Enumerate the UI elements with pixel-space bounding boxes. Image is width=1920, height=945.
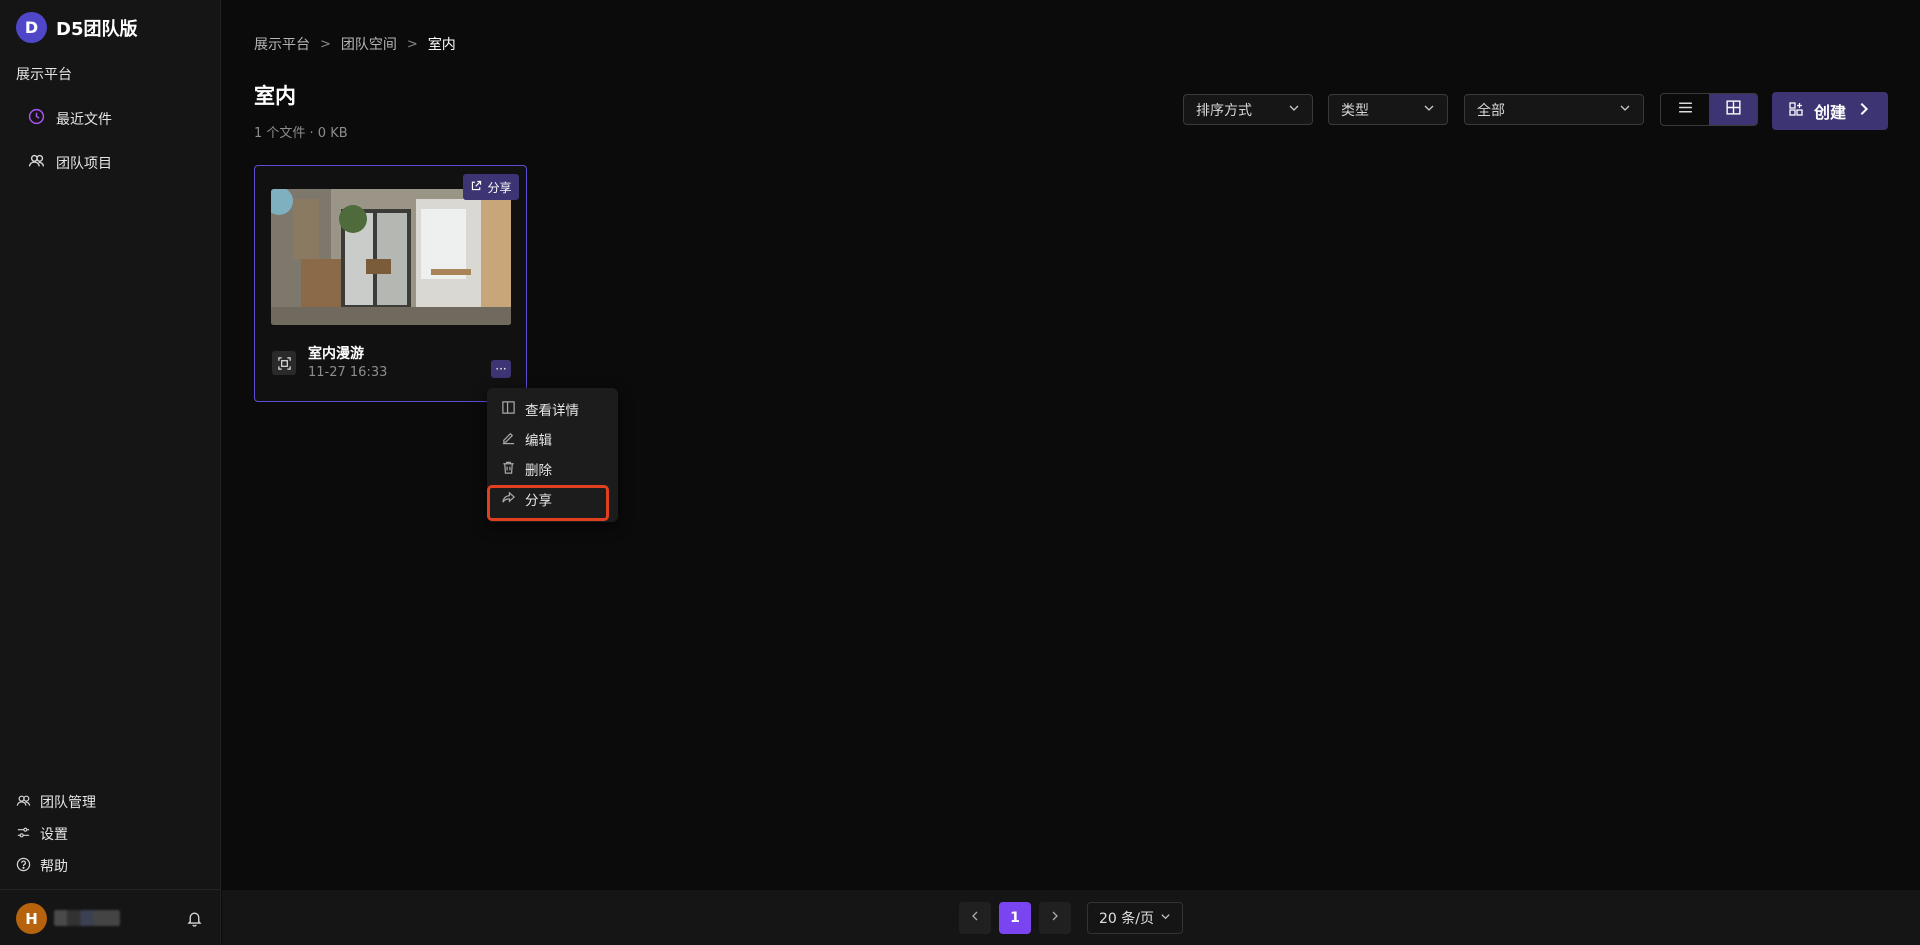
- chevron-left-icon: [969, 910, 981, 926]
- sidebar-item-label: 团队项目: [56, 155, 112, 172]
- menu-item-label: 查看详情: [525, 403, 579, 419]
- breadcrumb-current: 室内: [427, 37, 456, 53]
- sidebar-section-title: 展示平台: [16, 67, 72, 83]
- file-card[interactable]: 分享 室内漫游 11-27 16:33 ···: [254, 165, 527, 402]
- next-page-button[interactable]: [1039, 902, 1071, 934]
- chevron-right-icon: >: [406, 36, 418, 52]
- brand-logo: D: [16, 12, 47, 43]
- add-grid-icon: [1788, 101, 1804, 121]
- avatar[interactable]: H: [16, 903, 47, 934]
- file-count-meta: 1 个文件 · 0 KB: [254, 126, 348, 141]
- menu-item-label: 分享: [525, 493, 552, 509]
- sidebar-item-label: 帮助: [40, 859, 68, 875]
- share-badge-label: 分享: [487, 180, 512, 195]
- sidebar-item-label: 最近文件: [56, 111, 112, 128]
- chevron-down-icon: [1619, 102, 1631, 118]
- chevron-down-icon: [1160, 910, 1171, 926]
- brand-name: D5团队版: [56, 18, 138, 40]
- page-number-button[interactable]: 1: [999, 902, 1031, 934]
- chevron-right-icon: >: [320, 36, 331, 52]
- sort-select-label: 排序方式: [1196, 102, 1252, 119]
- share-badge[interactable]: 分享: [463, 174, 519, 200]
- help-icon: [16, 857, 31, 876]
- menu-item-label: 编辑: [525, 433, 552, 449]
- sidebar-item-team-management[interactable]: 团队管理: [16, 792, 96, 812]
- menu-item-edit[interactable]: 编辑: [501, 429, 552, 449]
- page-size-label: 20 条/页: [1099, 911, 1154, 927]
- prev-page-button[interactable]: [959, 902, 991, 934]
- clock-icon: [28, 108, 45, 129]
- view-toggle: [1660, 93, 1758, 126]
- menu-item-delete[interactable]: 删除: [501, 459, 552, 479]
- breadcrumb-item[interactable]: 团队空间: [341, 34, 397, 54]
- menu-item-label: 删除: [525, 463, 552, 479]
- list-icon: [1677, 99, 1694, 120]
- sort-select[interactable]: 排序方式: [1183, 94, 1313, 125]
- edit-icon: [501, 430, 516, 449]
- panel-icon: [501, 400, 516, 419]
- menu-item-view-details[interactable]: 查看详情: [501, 399, 579, 419]
- sidebar-item-settings[interactable]: 设置: [16, 824, 68, 844]
- user-name-redacted: [54, 910, 120, 926]
- grid-view-button[interactable]: [1709, 94, 1757, 125]
- trash-icon: [501, 460, 516, 479]
- file-date: 11-27 16:33: [308, 365, 388, 380]
- sliders-icon: [16, 825, 31, 844]
- chevron-right-icon: [1856, 101, 1872, 121]
- sidebar-item-label: 设置: [40, 827, 68, 843]
- grid-icon: [1725, 99, 1742, 120]
- file-thumbnail[interactable]: [271, 189, 511, 325]
- sidebar-item-help[interactable]: 帮助: [16, 856, 68, 876]
- type-select-label: 类型: [1341, 102, 1369, 119]
- sidebar-item-team-projects[interactable]: 团队项目: [28, 152, 112, 173]
- scene-type-icon: [272, 351, 296, 375]
- pagination-bar: 1 20 条/页: [222, 890, 1920, 945]
- chevron-down-icon: [1288, 102, 1300, 118]
- filter-select-label: 全部: [1477, 102, 1505, 119]
- team-icon: [16, 793, 31, 812]
- bell-icon[interactable]: [186, 910, 203, 927]
- type-select[interactable]: 类型: [1328, 94, 1448, 125]
- share-arrow-icon: [501, 490, 516, 509]
- breadcrumb: 展示平台 > 团队空间 > 室内: [254, 34, 456, 54]
- chevron-down-icon: [1423, 102, 1435, 118]
- page-size-select[interactable]: 20 条/页: [1087, 902, 1183, 934]
- list-view-button[interactable]: [1661, 94, 1709, 125]
- sidebar-footer: H: [0, 889, 221, 945]
- app-root: D D5团队版 展示平台 最近文件 团队项目 团队管理 设置 帮助 H 展示平台…: [0, 0, 1920, 945]
- sidebar-item-recent-files[interactable]: 最近文件: [28, 108, 112, 129]
- filter-select[interactable]: 全部: [1464, 94, 1644, 125]
- file-name: 室内漫游: [308, 346, 364, 362]
- brand[interactable]: D D5团队版: [16, 12, 137, 43]
- team-icon: [28, 152, 45, 173]
- breadcrumb-item[interactable]: 展示平台: [254, 34, 310, 54]
- main-content: 展示平台 > 团队空间 > 室内 室内 1 个文件 · 0 KB 排序方式 类型…: [222, 0, 1920, 890]
- context-menu: 查看详情 编辑 删除 分享: [487, 388, 618, 522]
- menu-item-share[interactable]: 分享: [501, 489, 552, 509]
- sidebar: D D5团队版 展示平台 最近文件 团队项目 团队管理 设置 帮助 H: [0, 0, 221, 945]
- create-button-label: 创建: [1813, 103, 1846, 122]
- more-options-button[interactable]: ···: [491, 360, 511, 378]
- share-icon: [470, 179, 483, 195]
- chevron-right-icon: [1049, 910, 1061, 926]
- create-button[interactable]: 创建: [1772, 92, 1888, 130]
- sidebar-item-label: 团队管理: [40, 795, 96, 811]
- page-title: 室内: [254, 84, 296, 108]
